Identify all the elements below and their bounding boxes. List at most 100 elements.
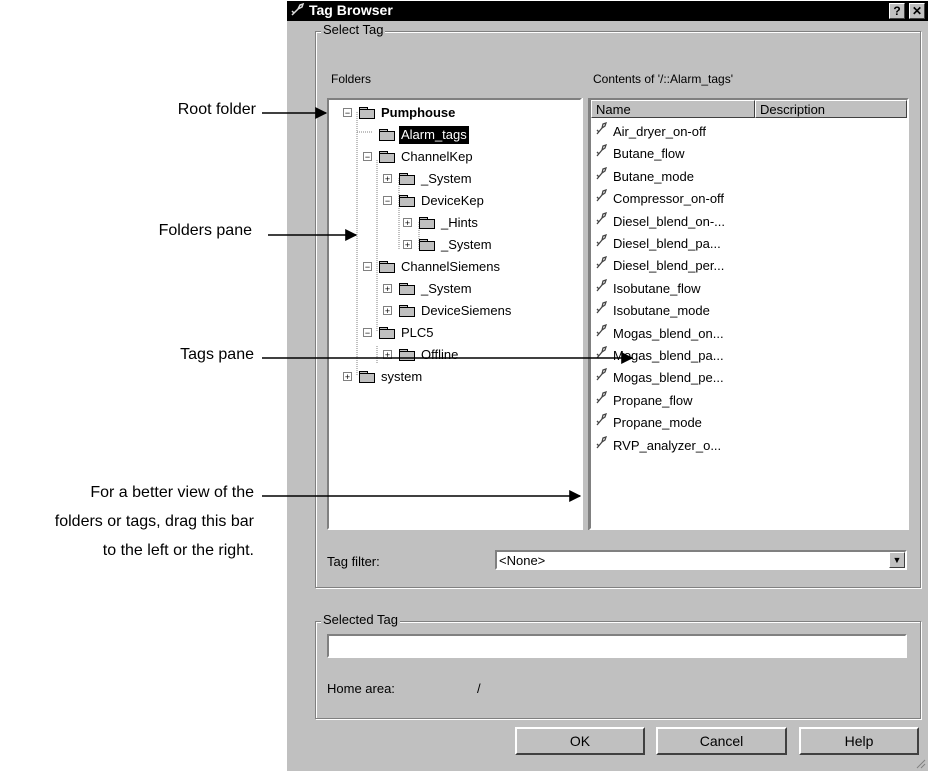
help-button[interactable]: Help <box>799 727 919 755</box>
tag-icon <box>595 233 609 254</box>
select-tag-legend: Select Tag <box>321 22 386 37</box>
tag-list-item[interactable]: Mogas_blend_pa... <box>595 345 724 366</box>
tag-icon <box>595 323 609 344</box>
expand-icon[interactable]: + <box>383 306 392 316</box>
folder-open-icon <box>379 129 395 141</box>
tree-node-label: Pumphouse <box>381 105 456 120</box>
folder-icon <box>419 217 435 229</box>
tree-node-label: _Hints <box>441 215 478 230</box>
tag-name: Isobutane_flow <box>613 280 701 296</box>
tag-name: Butane_mode <box>613 168 694 184</box>
tag-filter-label: Tag filter: <box>327 554 380 569</box>
tag-icon <box>595 166 609 187</box>
tag-list-item[interactable]: Diesel_blend_pa... <box>595 233 721 254</box>
chevron-down-icon[interactable]: ▼ <box>889 552 905 568</box>
tags-pane-callout: Tags pane <box>180 346 254 363</box>
tree-node-label: _System <box>421 281 472 296</box>
tag-icon <box>595 144 609 164</box>
tree-node-label: PLC5 <box>401 325 434 340</box>
drag-bar-callout-line1: For a better view of the <box>90 484 254 501</box>
tree-node-label: system <box>381 369 423 384</box>
tag-name: Compressor_on-off <box>613 191 725 207</box>
title-bar[interactable]: Tag Browser ? ✕ <box>287 1 928 21</box>
collapse-icon[interactable]: − <box>363 152 372 162</box>
tag-name: Mogas_blend_pe... <box>613 370 724 386</box>
tag-list-item[interactable]: RVP_analyzer_o... <box>595 435 722 456</box>
folder-icon <box>399 283 415 295</box>
tree-node-label: _System <box>421 171 472 186</box>
folder-icon <box>399 195 415 207</box>
tag-list-item[interactable]: Air_dryer_on-off <box>595 121 706 142</box>
tag-filter-select[interactable]: <None> ▼ <box>495 550 907 570</box>
tag-name: Butane_flow <box>613 146 685 162</box>
folder-icon <box>419 239 435 251</box>
tree-node-label: Alarm_tags <box>399 126 469 144</box>
root-folder-callout: Root folder <box>177 101 256 118</box>
folders-pane-callout: Folders pane <box>158 222 252 239</box>
tag-name: Mogas_blend_pa... <box>613 348 724 363</box>
tree-node-label: Offline <box>421 347 459 362</box>
expand-icon[interactable]: + <box>343 372 352 382</box>
tag-name: Air_dryer_on-off <box>613 124 706 139</box>
column-header-description[interactable]: Description <box>755 100 907 118</box>
tag-name: Isobutane_mode <box>613 303 710 319</box>
tag-list-item[interactable]: Propane_flow <box>595 390 693 411</box>
folder-icon <box>399 349 415 361</box>
expand-icon[interactable]: + <box>383 284 392 294</box>
collapse-icon[interactable]: − <box>363 262 372 272</box>
help-icon[interactable]: ? <box>889 3 905 19</box>
drag-bar-callout-line3: to the left or the right. <box>102 542 254 559</box>
folder-icon <box>379 327 395 339</box>
expand-icon[interactable]: + <box>383 350 392 360</box>
close-icon[interactable]: ✕ <box>909 3 925 19</box>
drag-bar-callout-line2: folders or tags, drag this bar <box>54 513 254 530</box>
tag-name: Mogas_blend_on... <box>613 325 724 341</box>
tag-list-item[interactable]: Butane_flow <box>595 144 685 164</box>
tag-name: Propane_mode <box>613 415 702 431</box>
tag-icon <box>595 211 609 232</box>
tags-pane[interactable]: Name Description Air_dryer_on-off Butane_… <box>589 98 909 530</box>
folders-pane[interactable]: − Pumphouse Alarm_tags − ChannelKep + _System −… <box>327 98 582 530</box>
selected-tag-field[interactable] <box>327 634 907 658</box>
tree-node-label: _System <box>441 237 492 252</box>
tree-node-label: ChannelSiemens <box>401 259 501 274</box>
tag-name: Diesel_blend_on-... <box>613 213 726 229</box>
tag-list-item[interactable]: Diesel_blend_per... <box>595 256 724 276</box>
tag-icon <box>595 301 609 321</box>
folder-icon <box>359 371 375 383</box>
tag-list-item[interactable]: Isobutane_flow <box>595 278 701 299</box>
tag-icon <box>595 189 609 209</box>
tag-list-item[interactable]: Compressor_on-off <box>595 189 724 209</box>
tag-icon <box>595 278 609 299</box>
pane-splitter-bar[interactable] <box>582 98 589 530</box>
tag-browser-dialog: Tag Browser ? ✕ Select Tag Folders Conte… <box>286 0 928 771</box>
tree-node-label: ChannelKep <box>401 149 473 164</box>
collapse-icon[interactable]: − <box>343 108 352 118</box>
cancel-button[interactable]: Cancel <box>656 727 787 755</box>
collapse-icon[interactable]: − <box>363 328 372 338</box>
tag-list-item[interactable]: Mogas_blend_pe... <box>595 368 724 388</box>
tag-list-item[interactable]: Mogas_blend_on... <box>595 323 724 344</box>
tag-name: Propane_flow <box>613 392 693 408</box>
expand-icon[interactable]: + <box>403 218 412 228</box>
tag-list-item[interactable]: Isobutane_mode <box>595 301 710 321</box>
folder-icon <box>399 305 415 317</box>
expand-icon[interactable]: + <box>403 240 412 250</box>
tag-name: RVP_analyzer_o... <box>613 437 722 453</box>
resize-grip-icon[interactable] <box>914 757 926 769</box>
home-area-label: Home area: <box>327 681 395 696</box>
expand-icon[interactable]: + <box>383 174 392 184</box>
tree-node-label: DeviceSiemens <box>421 303 512 318</box>
tag-list-item[interactable]: Diesel_blend_on-... <box>595 211 726 232</box>
tag-icon <box>595 435 609 456</box>
collapse-icon[interactable]: − <box>383 196 392 206</box>
tag-list-item[interactable]: Propane_mode <box>595 413 702 433</box>
tag-icon <box>595 345 609 366</box>
contents-header: Contents of '/::Alarm_tags' <box>589 68 907 98</box>
ok-button[interactable]: OK <box>515 727 645 755</box>
tag-icon <box>595 368 609 388</box>
column-header-name[interactable]: Name <box>591 100 755 118</box>
tag-list-item[interactable]: Butane_mode <box>595 166 694 187</box>
home-area-value: / <box>477 681 481 696</box>
tag-name: Diesel_blend_per... <box>613 258 725 274</box>
